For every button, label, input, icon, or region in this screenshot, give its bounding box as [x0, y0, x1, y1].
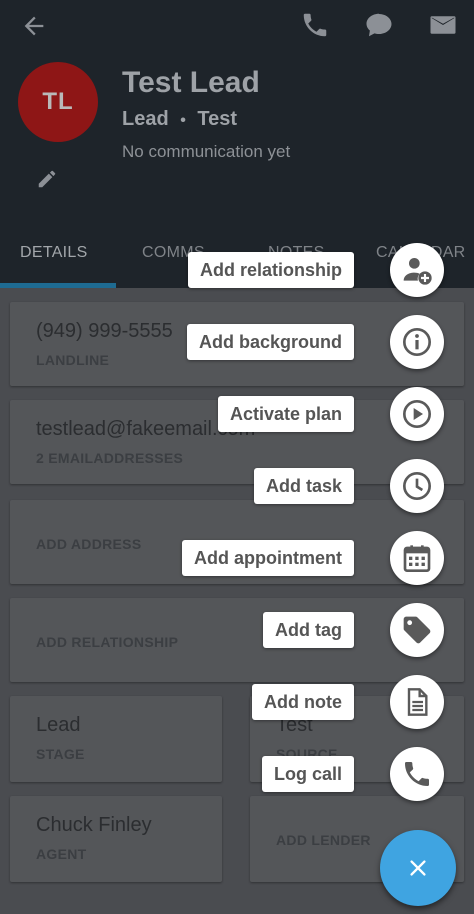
add-relationship-button[interactable]	[390, 243, 444, 297]
close-icon	[410, 860, 426, 876]
label-add-background[interactable]: Add background	[187, 324, 354, 360]
clock-icon	[403, 472, 431, 500]
label-add-relationship[interactable]: Add relationship	[187, 252, 354, 288]
calendar-icon	[403, 545, 431, 572]
close-fab-button[interactable]	[380, 830, 456, 906]
info-icon	[403, 328, 431, 356]
label-add-appointment[interactable]: Add appointment	[182, 540, 354, 576]
label-add-note[interactable]: Add note	[252, 684, 354, 720]
add-person-icon	[403, 258, 432, 285]
label-activate-plan[interactable]: Activate plan	[217, 396, 354, 432]
play-icon	[403, 400, 431, 428]
add-note-button[interactable]	[390, 675, 444, 729]
label-add-tag[interactable]: Add tag	[263, 612, 354, 648]
add-task-button[interactable]	[390, 459, 444, 513]
add-tag-button[interactable]	[390, 603, 444, 657]
activate-plan-button[interactable]	[390, 387, 444, 441]
label-log-call[interactable]: Log call	[261, 756, 354, 792]
add-background-button[interactable]	[390, 315, 444, 369]
add-appointment-button[interactable]	[390, 531, 444, 585]
label-add-task[interactable]: Add task	[253, 468, 354, 504]
tag-icon	[403, 616, 431, 644]
document-icon	[407, 688, 428, 716]
log-call-button[interactable]	[390, 747, 444, 801]
phone-icon	[405, 762, 429, 786]
